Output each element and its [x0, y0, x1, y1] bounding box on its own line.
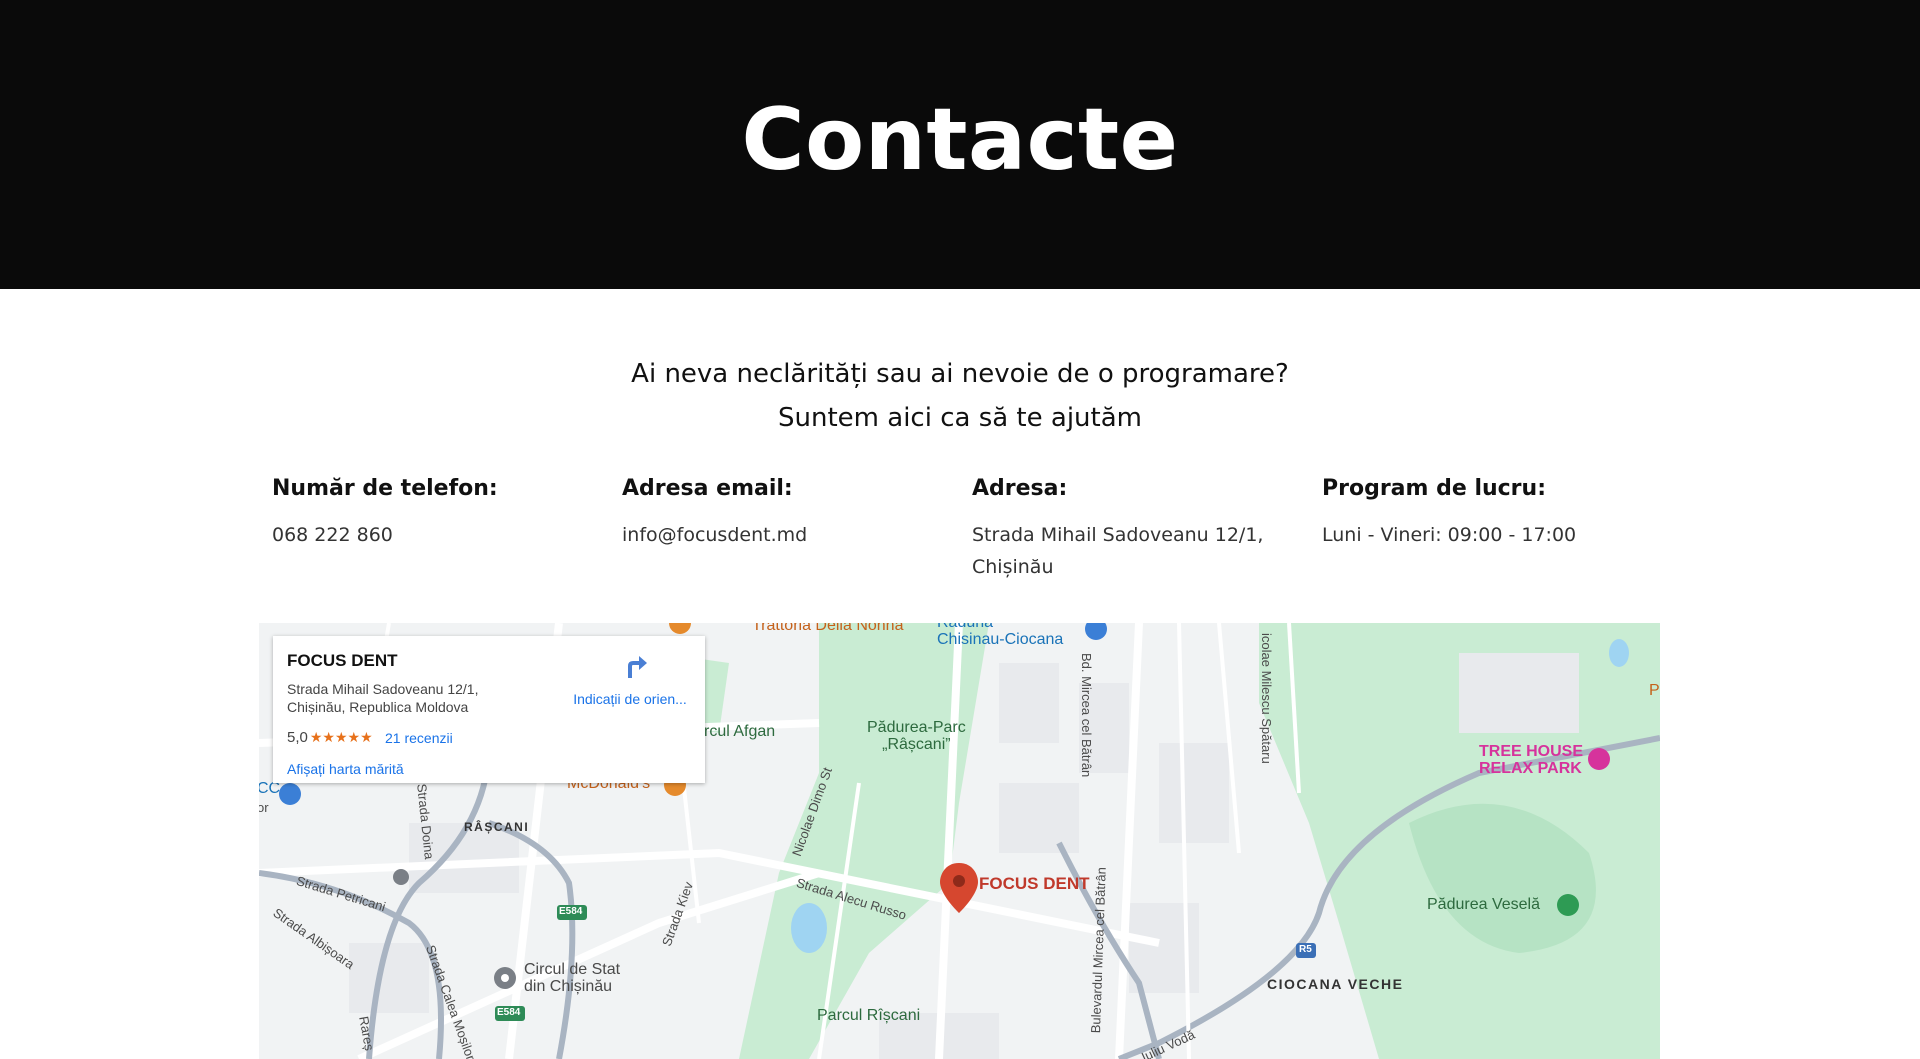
map-label-focus-dent[interactable]: FOCUS DENT — [979, 874, 1090, 894]
larger-map-link[interactable]: Afișați harta mărită — [287, 761, 404, 777]
place-address: Strada Mihail Sadoveanu 12/1, Chișinău, … — [287, 680, 547, 716]
map-label-circul[interactable]: Circul de Stat din Chișinău — [524, 961, 620, 995]
phone-value[interactable]: 068 222 860 — [272, 519, 602, 551]
hours-block: Program de lucru: Luni - Vineri: 09:00 -… — [1322, 476, 1652, 551]
place-rating: 5,0 ★★★★★ — [287, 729, 373, 746]
map-label-treehouse[interactable]: TREE HOUSE RELAX PARK — [1479, 743, 1583, 777]
address-line-1: Strada Mihail Sadoveanu 12/1, — [972, 524, 1264, 546]
place-name: FOCUS DENT — [287, 651, 398, 670]
place-address-line-1: Strada Mihail Sadoveanu 12/1, — [287, 681, 479, 697]
email-block: Adresa email: info@focusdent.md — [622, 476, 952, 551]
hours-value: Luni - Vineri: 09:00 - 17:00 — [1322, 524, 1577, 546]
map-label-padurea-vesela[interactable]: Pădurea Veselă — [1427, 896, 1540, 914]
map-label-edge-or: or — [259, 800, 269, 815]
map-label-ciocana: CIOCANA VECHE — [1267, 976, 1404, 992]
hours-label: Program de lucru: — [1322, 476, 1546, 501]
email-value[interactable]: info@focusdent.md — [622, 519, 952, 551]
address-block: Adresa: Strada Mihail Sadoveanu 12/1, Ch… — [972, 476, 1302, 583]
directions-link[interactable]: Indicații de orien... — [565, 691, 695, 707]
place-address-line-2: Chișinău, Republica Moldova — [287, 699, 469, 715]
map-label-e584-a: E584 — [559, 906, 583, 917]
map-label-circul-line1: Circul de Stat — [524, 961, 621, 978]
map-label-padurea-parc-line1: Pădurea-Parc — [867, 719, 966, 736]
map-label-padurea-parc[interactable]: Pădurea-Parc „Râșcani” — [867, 719, 966, 753]
intro-line-2: Suntem aici ca să te ajutăm — [778, 403, 1142, 433]
map-label-r5: R5 — [1299, 944, 1312, 955]
map-label-raduna-line1: Raduna — [937, 623, 993, 631]
intro-text: Ai neva neclărități sau ai nevoie de o p… — [0, 352, 1920, 440]
map-label-treehouse-line2: RELAX PARK — [1479, 760, 1582, 777]
place-card: FOCUS DENT Strada Mihail Sadoveanu 12/1,… — [273, 636, 705, 783]
map-label-trattoria[interactable]: Trattoria Della Nonna — [752, 623, 903, 635]
map-label-raduna[interactable]: RadunaChisinau-Ciocana — [937, 623, 1063, 648]
address-label: Adresa: — [972, 476, 1068, 501]
map-label-milescu: icolae Milescu Spătaru — [1259, 633, 1274, 764]
address-line-2: Chișinău — [972, 556, 1054, 578]
phone-block: Număr de telefon: 068 222 860 — [272, 476, 602, 551]
map-label-padurea-parc-line2: „Râșcani” — [882, 736, 951, 753]
rating-value: 5,0 — [287, 729, 308, 746]
map-label-rascani: RÂȘCANI — [464, 820, 530, 834]
map-label-mircea: Bd. Mircea cel Bătrân — [1079, 653, 1094, 778]
map-label-circul-afgan[interactable]: rcul Afgan — [704, 723, 775, 741]
google-map[interactable]: Trattoria Della Nonna RadunaChisinau-Cio… — [259, 623, 1660, 1059]
map-label-raduna-line2: Chisinau-Ciocana — [937, 631, 1064, 648]
phone-label: Număr de telefon: — [272, 476, 498, 501]
map-label-edge-p: P — [1649, 682, 1660, 699]
map-label-circul-line2: din Chișinău — [524, 978, 613, 995]
address-value: Strada Mihail Sadoveanu 12/1, Chișinău — [972, 519, 1302, 583]
map-label-e584-b: E584 — [497, 1007, 521, 1018]
hero-banner: Contacte — [0, 0, 1920, 289]
page-title: Contacte — [741, 90, 1179, 190]
rating-stars: ★★★★★ — [309, 729, 373, 745]
reviews-link[interactable]: 21 recenzii — [385, 730, 453, 746]
map-label-parcul[interactable]: Parcul Rîșcani — [817, 1007, 920, 1025]
email-label: Adresa email: — [622, 476, 793, 501]
map-label-treehouse-line1: TREE HOUSE — [1479, 743, 1584, 760]
directions-icon[interactable] — [619, 650, 649, 680]
intro-line-1: Ai neva neclărități sau ai nevoie de o p… — [631, 359, 1289, 389]
